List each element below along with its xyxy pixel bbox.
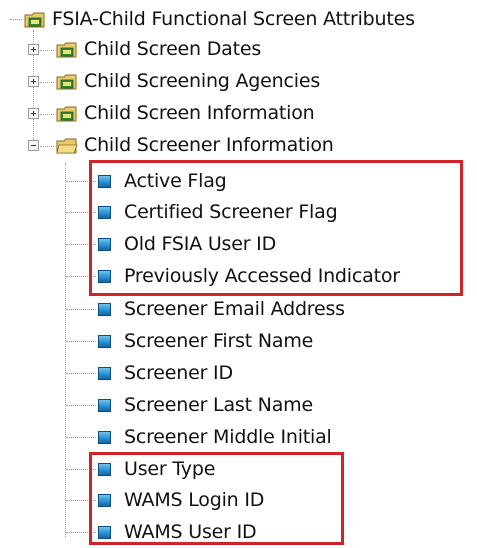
tree-node-child-screener-information[interactable]: Child Screener Information bbox=[56, 130, 334, 161]
leaf-item-label: Screener Last Name bbox=[124, 394, 313, 416]
expand-toggle-icon[interactable] bbox=[28, 108, 39, 119]
leaf-item-screener-first-name[interactable]: Screener First Name bbox=[98, 326, 313, 357]
leaf-item-screener-last-name[interactable]: Screener Last Name bbox=[98, 390, 313, 421]
leaf-item-label: Screener ID bbox=[124, 362, 233, 384]
tree-connector bbox=[40, 82, 54, 83]
folder-open-icon bbox=[56, 138, 78, 153]
tree-node-child-screen-information[interactable]: Child Screen Information bbox=[56, 98, 315, 129]
leaf-item-screener-id[interactable]: Screener ID bbox=[98, 358, 233, 389]
field-icon bbox=[98, 399, 111, 412]
tree-node-label: Child Screening Agencies bbox=[84, 70, 321, 92]
highlight-box-bottom bbox=[89, 452, 344, 545]
expand-toggle-icon[interactable] bbox=[28, 76, 39, 87]
folder-icon bbox=[56, 74, 77, 89]
field-icon bbox=[98, 335, 111, 348]
tree-connector bbox=[66, 373, 96, 374]
tree-node-label: Child Screen Information bbox=[84, 102, 315, 124]
tree-connector bbox=[40, 50, 54, 51]
leaf-item-screener-email-address[interactable]: Screener Email Address bbox=[98, 294, 345, 325]
tree-connector bbox=[40, 146, 54, 147]
highlight-box-top bbox=[89, 160, 463, 296]
tree-node-label: Child Screener Information bbox=[84, 134, 334, 156]
leaf-item-label: Screener Email Address bbox=[124, 298, 345, 320]
leaf-item-label: Screener Middle Initial bbox=[124, 426, 332, 448]
tree-root[interactable]: FSIA-Child Functional Screen Attributes bbox=[24, 4, 415, 35]
field-icon bbox=[98, 303, 111, 316]
tree-view: FSIA-Child Functional Screen Attributes … bbox=[0, 0, 477, 545]
collapse-toggle-icon[interactable] bbox=[28, 140, 39, 151]
tree-root-label: FSIA-Child Functional Screen Attributes bbox=[52, 8, 415, 30]
tree-connector bbox=[40, 114, 54, 115]
tree-connector bbox=[65, 163, 66, 537]
folder-icon bbox=[56, 42, 77, 57]
expand-toggle-icon[interactable] bbox=[28, 44, 39, 55]
leaf-item-screener-middle-initial[interactable]: Screener Middle Initial bbox=[98, 422, 332, 453]
tree-connector bbox=[10, 19, 22, 20]
tree-connector bbox=[66, 437, 96, 438]
tree-node-label: Child Screen Dates bbox=[84, 38, 262, 60]
tree-connector bbox=[66, 405, 96, 406]
tree-node-child-screen-dates[interactable]: Child Screen Dates bbox=[56, 34, 261, 65]
field-icon bbox=[98, 367, 111, 380]
tree-connector bbox=[66, 341, 96, 342]
leaf-item-label: Screener First Name bbox=[124, 330, 314, 352]
folder-icon bbox=[56, 106, 77, 121]
folder-icon bbox=[24, 12, 45, 27]
tree-node-child-screening-agencies[interactable]: Child Screening Agencies bbox=[56, 66, 320, 97]
field-icon bbox=[98, 431, 111, 444]
tree-connector bbox=[66, 309, 96, 310]
